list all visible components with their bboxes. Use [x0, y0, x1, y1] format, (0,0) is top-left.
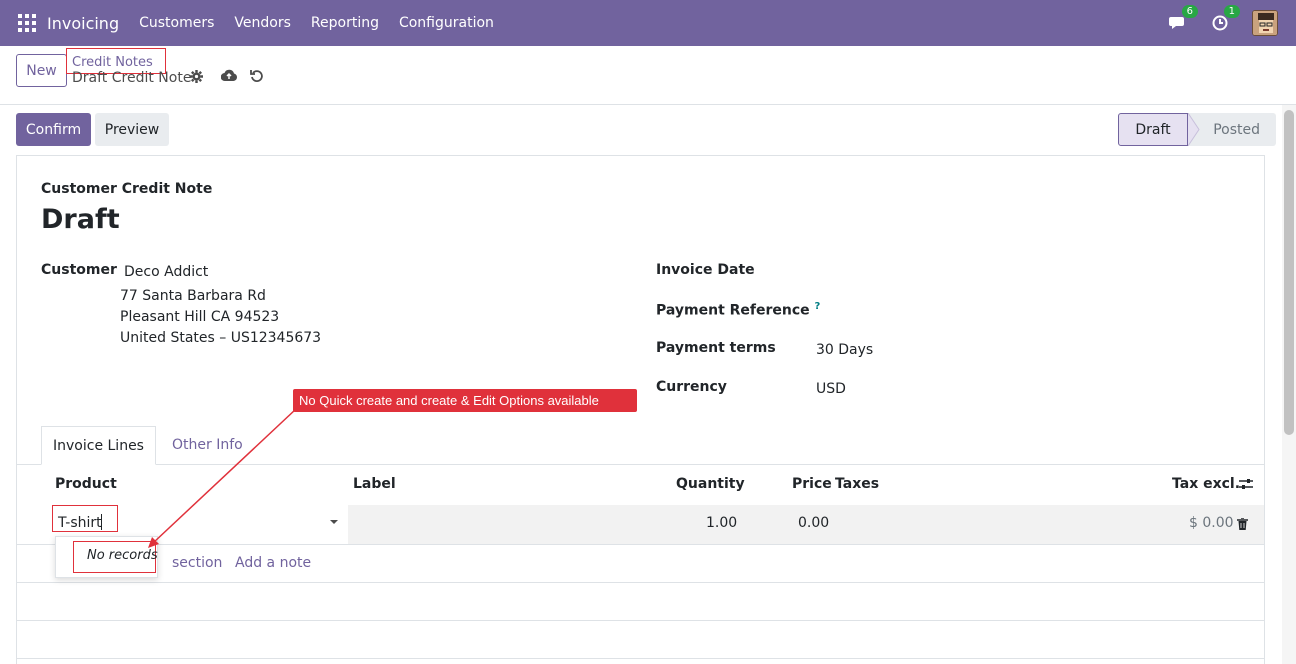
currency-label: Currency: [656, 379, 727, 395]
customer-name[interactable]: Deco Addict: [124, 264, 208, 280]
tab-invoice-lines[interactable]: Invoice Lines: [41, 426, 156, 465]
document-type: Customer Credit Note: [41, 181, 213, 197]
row-divider: [17, 544, 1264, 545]
customer-address-line2: Pleasant Hill CA 94523: [120, 309, 280, 325]
messages-badge: 6: [1181, 5, 1198, 18]
customer-address-line1: 77 Santa Barbara Rd: [120, 288, 266, 304]
invoice-date-label: Invoice Date: [656, 262, 755, 278]
messages-icon[interactable]: 6: [1168, 5, 1198, 33]
payment-terms-label: Payment terms: [656, 340, 776, 356]
add-section-link[interactable]: section: [172, 555, 222, 571]
column-quantity[interactable]: Quantity: [676, 476, 745, 492]
tabs-divider: [17, 464, 1264, 465]
annotation-callout: No Quick create and create & Edit Option…: [293, 389, 637, 412]
column-price[interactable]: Price: [792, 476, 832, 492]
text-cursor: [101, 514, 102, 530]
confirm-button[interactable]: Confirm: [16, 113, 91, 146]
activities-badge: 1: [1223, 5, 1240, 18]
payment-terms-value[interactable]: 30 Days: [816, 342, 873, 358]
activities-clock-icon[interactable]: 1: [1210, 5, 1240, 33]
trash-icon[interactable]: [1237, 517, 1248, 534]
gear-icon[interactable]: [190, 70, 203, 87]
user-avatar[interactable]: [1252, 10, 1278, 36]
top-navbar: Invoicing Customers Vendors Reporting Co…: [0, 0, 1296, 46]
status-bar: Draft Posted: [1118, 113, 1276, 146]
currency-value[interactable]: USD: [816, 381, 846, 397]
systray: 6 1: [1168, 0, 1278, 46]
product-input-value[interactable]: T-shirt: [58, 515, 102, 531]
optional-columns-icon[interactable]: [1239, 477, 1253, 495]
page-title: Draft: [41, 204, 120, 235]
column-tax-excl[interactable]: Tax excl.: [1172, 476, 1240, 492]
quantity-cell[interactable]: 1.00: [706, 515, 737, 531]
dropdown-caret-icon[interactable]: [330, 520, 338, 524]
customer-address-line3: United States – US12345673: [120, 330, 322, 346]
add-note-link[interactable]: Add a note: [235, 555, 311, 571]
menu-customers[interactable]: Customers: [139, 15, 214, 31]
status-posted[interactable]: Posted: [1200, 113, 1276, 146]
status-arrow-icon: [1188, 113, 1200, 146]
tab-other-info[interactable]: Other Info: [172, 437, 243, 453]
column-product[interactable]: Product: [55, 476, 117, 492]
payment-reference-label: Payment Reference ?: [656, 301, 821, 319]
row-divider: [17, 582, 1264, 583]
menu-configuration[interactable]: Configuration: [399, 15, 494, 31]
new-button[interactable]: New: [16, 54, 67, 87]
menu-vendors[interactable]: Vendors: [234, 15, 290, 31]
control-panel: New Credit Notes Draft Credit Note: [0, 46, 1296, 105]
discard-undo-icon[interactable]: [250, 69, 264, 87]
menu-reporting[interactable]: Reporting: [311, 15, 379, 31]
help-icon[interactable]: ?: [815, 301, 821, 312]
form-sheet: [16, 155, 1265, 664]
row-divider: [17, 658, 1264, 659]
scrollbar-thumb[interactable]: [1284, 110, 1294, 435]
apps-menu-icon[interactable]: [18, 14, 36, 32]
column-label[interactable]: Label: [353, 476, 396, 492]
preview-button[interactable]: Preview: [95, 113, 169, 146]
record-name: Draft Credit Note: [72, 70, 192, 86]
customer-label: Customer: [41, 262, 117, 278]
save-cloud-icon[interactable]: [220, 69, 237, 86]
status-draft[interactable]: Draft: [1118, 113, 1188, 146]
column-taxes[interactable]: Taxes: [835, 476, 879, 492]
row-divider: [17, 620, 1264, 621]
no-records-message: No records: [87, 548, 158, 563]
price-cell[interactable]: 0.00: [798, 515, 829, 531]
breadcrumb-credit-notes[interactable]: Credit Notes: [72, 55, 153, 70]
tax-excl-cell: $ 0.00: [1189, 515, 1234, 531]
app-name[interactable]: Invoicing: [47, 14, 119, 33]
